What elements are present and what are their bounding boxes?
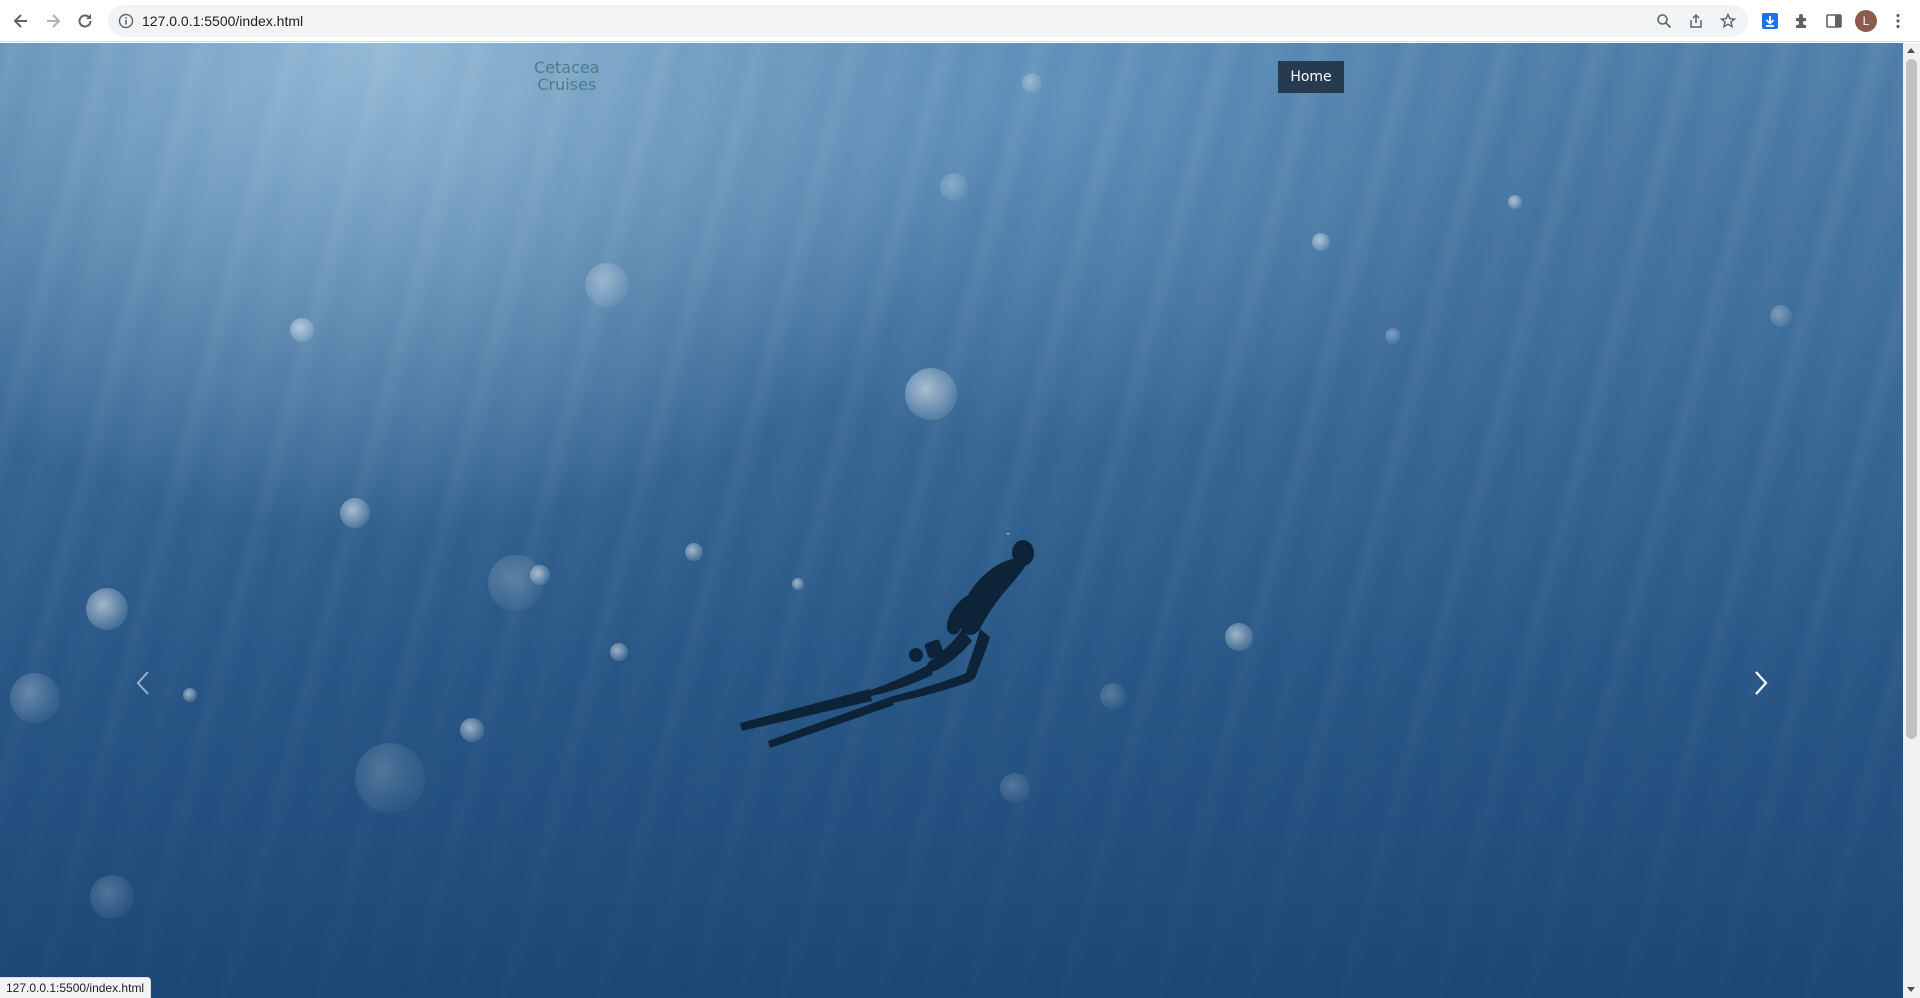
bubble <box>1225 623 1253 651</box>
browser-toolbar: 127.0.0.1:5500/index.html L <box>0 0 1920 42</box>
bubble <box>460 718 484 742</box>
status-bar-url: 127.0.0.1:5500/index.html <box>0 977 152 998</box>
bubble <box>90 875 134 919</box>
chevron-right-icon <box>1755 671 1768 695</box>
profile-avatar[interactable]: L <box>1855 10 1877 32</box>
bubble <box>1312 233 1330 251</box>
bubble <box>585 263 629 307</box>
url-text[interactable]: 127.0.0.1:5500/index.html <box>142 13 303 29</box>
brand-line-2: Cruises <box>537 75 597 94</box>
bubble <box>355 743 425 813</box>
bubble <box>905 368 957 420</box>
bubble <box>1022 73 1042 93</box>
scroll-down-arrow[interactable] <box>1907 987 1915 992</box>
nav-home-link[interactable]: Home <box>1278 61 1344 93</box>
hero-carousel: Cetacea Cruises Home <box>0 43 1903 998</box>
bubble <box>685 543 703 561</box>
share-icon[interactable] <box>1688 13 1704 29</box>
bubble <box>290 318 314 342</box>
download-icon[interactable] <box>1760 11 1780 31</box>
side-panel-icon[interactable] <box>1824 11 1844 31</box>
bubble <box>940 173 968 201</box>
brand-line-1: Cetacea <box>534 58 600 77</box>
reload-icon[interactable] <box>73 9 97 33</box>
puzzle-icon[interactable] <box>1792 11 1812 31</box>
star-icon[interactable] <box>1720 13 1736 29</box>
bubble <box>340 498 370 528</box>
bubble <box>488 555 544 611</box>
carousel-next-button[interactable] <box>1741 663 1781 703</box>
back-arrow-icon[interactable] <box>9 9 33 33</box>
chevron-left-icon <box>136 671 149 695</box>
forward-arrow-icon[interactable] <box>41 9 65 33</box>
kebab-menu-icon[interactable] <box>1888 11 1908 31</box>
bubble <box>86 588 128 630</box>
bubble <box>1100 683 1126 709</box>
site-logo[interactable]: Cetacea Cruises <box>534 59 600 93</box>
diver-image <box>740 533 1034 748</box>
page-scrollbar[interactable] <box>1903 43 1920 998</box>
scrollbar-thumb[interactable] <box>1906 59 1917 739</box>
address-bar[interactable]: 127.0.0.1:5500/index.html <box>108 5 1748 37</box>
bubble <box>10 673 60 723</box>
scroll-up-arrow[interactable] <box>1907 48 1915 53</box>
bubble <box>1508 195 1522 209</box>
bubble <box>1385 328 1401 344</box>
bubble <box>1770 305 1792 327</box>
zoom-icon[interactable] <box>1656 13 1672 29</box>
bubble <box>610 643 628 661</box>
bubble <box>183 688 197 702</box>
carousel-prev-button[interactable] <box>123 663 163 703</box>
info-icon[interactable] <box>118 13 134 29</box>
